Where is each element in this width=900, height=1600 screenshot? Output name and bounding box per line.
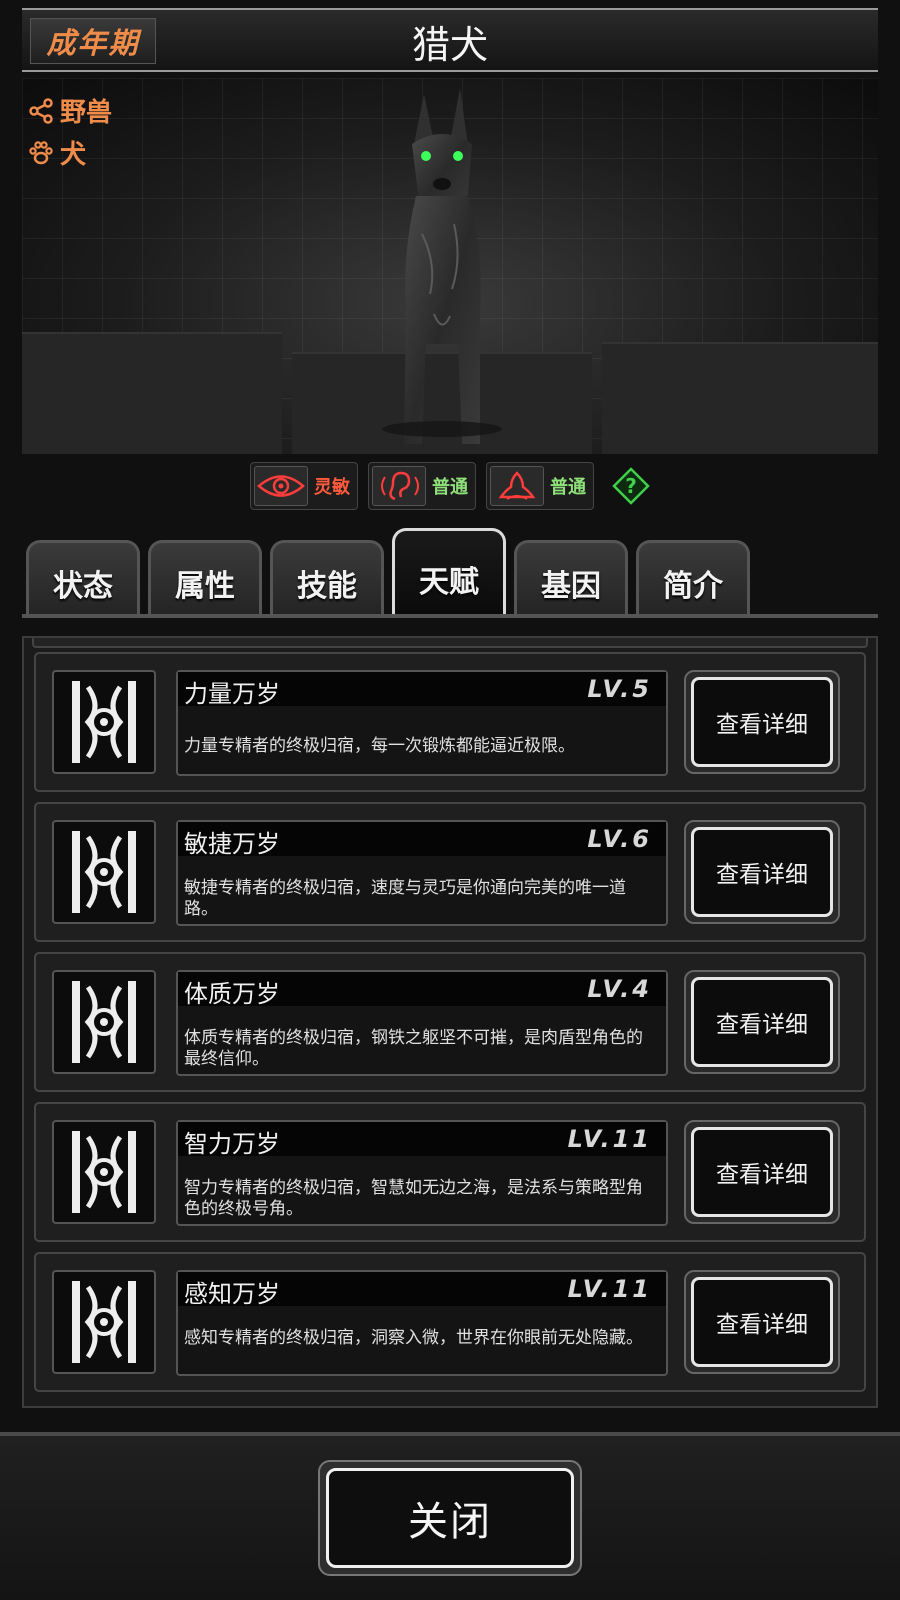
tab-bar: 状态 属性 技能 天赋 基因 简介 — [22, 528, 878, 618]
background-stone — [22, 332, 282, 454]
view-details-label: 查看详细 — [691, 977, 833, 1067]
talent-name: 智力万岁 — [184, 1130, 280, 1158]
view-details-button[interactable]: 查看详细 — [684, 1270, 840, 1374]
eye-icon — [257, 475, 305, 497]
talent-description: 力量专精者的终极归宿，每一次锻炼都能逼近极限。 — [184, 736, 575, 756]
talent-row: 力量万岁 LV.5 力量专精者的终极归宿，每一次锻炼都能逼近极限。 查看详细 — [34, 652, 866, 792]
talent-level: LV.4 — [587, 975, 652, 1003]
talent-info: 敏捷万岁 LV.6 敏捷专精者的终极归宿，速度与灵巧是你通向完美的唯一道路。 — [176, 820, 668, 926]
creature-name: 猎犬 — [411, 23, 488, 67]
talent-description: 感知专精者的终极归宿，洞察入微，世界在你眼前无处隐藏。 — [184, 1328, 643, 1348]
list-scroll-edge — [32, 638, 868, 648]
ear-icon — [381, 471, 419, 501]
close-button-label: 关闭 — [326, 1468, 574, 1568]
talent-info: 体质万岁 LV.4 体质专精者的终极归宿，钢铁之躯坚不可摧，是肉盾型角色的最终信… — [176, 970, 668, 1076]
talent-level: LV.6 — [587, 825, 652, 853]
talent-level: LV.5 — [587, 675, 652, 703]
talent-name: 体质万岁 — [184, 980, 280, 1008]
paw-icon — [29, 140, 53, 164]
talent-info: 智力万岁 LV.11 智力专精者的终极归宿，智慧如无边之海，是法系与策略型角色的… — [176, 1120, 668, 1226]
talent-rune-icon — [52, 970, 156, 1074]
view-details-label: 查看详细 — [691, 677, 833, 767]
tab-profile[interactable]: 简介 — [636, 540, 750, 618]
sense-sight-label: 灵敏 — [314, 477, 350, 498]
talent-rune-icon — [52, 1270, 156, 1374]
talent-row: 敏捷万岁 LV.6 敏捷专精者的终极归宿，速度与灵巧是你通向完美的唯一道路。 查… — [34, 802, 866, 942]
talent-rune-icon — [52, 1120, 156, 1224]
view-details-button[interactable]: 查看详细 — [684, 670, 840, 774]
talent-list[interactable]: 力量万岁 LV.5 力量专精者的终极归宿，每一次锻炼都能逼近极限。 查看详细 敏… — [22, 636, 878, 1408]
view-details-label: 查看详细 — [691, 1277, 833, 1367]
talent-level: LV.11 — [567, 1125, 652, 1153]
talent-row: 体质万岁 LV.4 体质专精者的终极归宿，钢铁之躯坚不可摧，是肉盾型角色的最终信… — [34, 952, 866, 1092]
view-details-label: 查看详细 — [691, 827, 833, 917]
tab-skills[interactable]: 技能 — [270, 540, 384, 618]
header-bar: 成年期 猎犬 — [22, 8, 878, 72]
tab-genes[interactable]: 基因 — [514, 540, 628, 618]
share-icon — [29, 97, 53, 124]
sense-hearing-label: 普通 — [432, 477, 468, 498]
tab-divider — [22, 614, 878, 618]
talent-description: 体质专精者的终极归宿，钢铁之躯坚不可摧，是肉盾型角色的最终信仰。 — [184, 1028, 643, 1069]
talent-level: LV.11 — [567, 1275, 652, 1303]
creature-portrait: 野兽 犬 — [22, 78, 878, 454]
help-label: ? — [625, 474, 637, 498]
close-button[interactable]: 关闭 — [318, 1460, 582, 1576]
talent-name: 敏捷万岁 — [184, 830, 280, 858]
hound-illustration — [382, 88, 502, 444]
sense-sight[interactable]: 灵敏 — [250, 462, 358, 510]
background-stone — [602, 342, 878, 454]
sense-hearing[interactable]: 普通 — [368, 462, 476, 510]
tab-talents[interactable]: 天赋 — [392, 528, 506, 618]
talent-name: 力量万岁 — [184, 680, 280, 708]
tab-attributes[interactable]: 属性 — [148, 540, 262, 618]
help-icon[interactable]: ? — [612, 467, 650, 505]
class-tag-label: 野兽 — [60, 98, 113, 128]
sense-smell[interactable]: 普通 — [486, 462, 594, 510]
senses-row: 灵敏 普通 普通 ? — [250, 462, 650, 510]
view-details-button[interactable]: 查看详细 — [684, 970, 840, 1074]
talent-row: 感知万岁 LV.11 感知专精者的终极归宿，洞察入微，世界在你眼前无处隐藏。 查… — [34, 1252, 866, 1392]
talent-rune-icon — [52, 820, 156, 924]
view-details-button[interactable]: 查看详细 — [684, 820, 840, 924]
sense-smell-label: 普通 — [550, 477, 586, 498]
class-tag-dog: 犬 — [28, 134, 86, 171]
talent-name: 感知万岁 — [184, 1280, 280, 1308]
tab-status[interactable]: 状态 — [26, 540, 140, 618]
class-tag-label: 犬 — [60, 140, 87, 170]
talent-rune-icon — [52, 670, 156, 774]
talent-description: 智力专精者的终极归宿，智慧如无边之海，是法系与策略型角色的终极号角。 — [184, 1178, 643, 1219]
talent-info: 感知万岁 LV.11 感知专精者的终极归宿，洞察入微，世界在你眼前无处隐藏。 — [176, 1270, 668, 1376]
talent-row: 智力万岁 LV.11 智力专精者的终极归宿，智慧如无边之海，是法系与策略型角色的… — [34, 1102, 866, 1242]
view-details-button[interactable]: 查看详细 — [684, 1120, 840, 1224]
view-details-label: 查看详细 — [691, 1127, 833, 1217]
talent-description: 敏捷专精者的终极归宿，速度与灵巧是你通向完美的唯一道路。 — [184, 878, 626, 919]
smell-icon — [498, 471, 536, 500]
class-tag-beast: 野兽 — [28, 92, 112, 129]
talent-info: 力量万岁 LV.5 力量专精者的终极归宿，每一次锻炼都能逼近极限。 — [176, 670, 668, 776]
